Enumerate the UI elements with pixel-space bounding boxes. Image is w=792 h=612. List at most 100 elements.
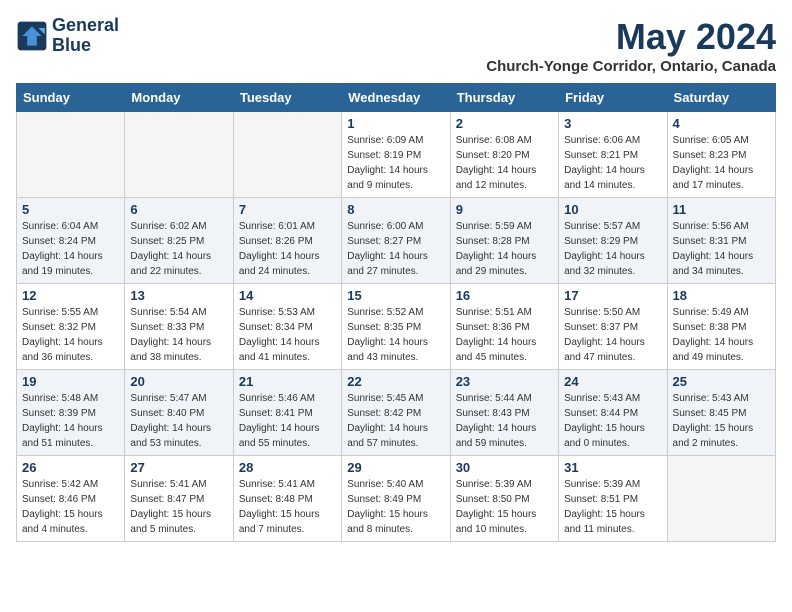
header-thursday: Thursday [450,84,558,112]
day-info: Sunrise: 5:44 AMSunset: 8:43 PMDaylight:… [456,391,553,451]
day-info: Sunrise: 5:43 AMSunset: 8:44 PMDaylight:… [564,391,661,451]
day-cell: 1 Sunrise: 6:09 AMSunset: 8:19 PMDaylight… [342,112,450,198]
day-number: 3 [564,116,661,131]
day-info: Sunrise: 5:53 AMSunset: 8:34 PMDaylight:… [239,305,336,365]
day-cell: 31Sunrise: 5:39 AMSunset: 8:51 PMDayligh… [559,456,667,542]
day-info: Sunrise: 5:47 AMSunset: 8:40 PMDaylight:… [130,391,227,451]
day-info: Sunrise: 6:05 AMSunset: 8:23 PMDaylight:… [673,133,770,193]
day-number: 12 [22,288,119,303]
header-monday: Monday [125,84,233,112]
day-cell [125,112,233,198]
day-info: Sunrise: 6:04 AMSunset: 8:24 PMDaylight:… [22,219,119,279]
day-info: Sunrise: 5:43 AMSunset: 8:45 PMDaylight:… [673,391,770,451]
day-info: Sunrise: 6:06 AMSunset: 8:21 PMDaylight:… [564,133,661,193]
day-info: Sunrise: 5:54 AMSunset: 8:33 PMDaylight:… [130,305,227,365]
day-cell: 26Sunrise: 5:42 AMSunset: 8:46 PMDayligh… [17,456,125,542]
day-cell: 13 Sunrise: 5:54 AMSunset: 8:33 PMDayligh… [125,284,233,370]
day-info: Sunrise: 5:41 AMSunset: 8:48 PMDaylight:… [239,477,336,537]
logo-text: General Blue [52,16,119,56]
day-number: 5 [22,202,119,217]
day-number: 8 [347,202,444,217]
day-cell: 15 Sunrise: 5:52 AMSunset: 8:35 PMDayligh… [342,284,450,370]
day-number: 31 [564,460,661,475]
calendar-header-row: SundayMondayTuesdayWednesdayThursdayFrid… [17,84,776,112]
day-cell: 21Sunrise: 5:46 AMSunset: 8:41 PMDayligh… [233,370,341,456]
day-number: 18 [673,288,770,303]
header-sunday: Sunday [17,84,125,112]
day-cell: 25Sunrise: 5:43 AMSunset: 8:45 PMDayligh… [667,370,775,456]
logo-icon [16,20,48,52]
day-cell: 27Sunrise: 5:41 AMSunset: 8:47 PMDayligh… [125,456,233,542]
day-cell [667,456,775,542]
header-wednesday: Wednesday [342,84,450,112]
day-cell: 17 Sunrise: 5:50 AMSunset: 8:37 PMDayligh… [559,284,667,370]
day-info: Sunrise: 5:50 AMSunset: 8:37 PMDaylight:… [564,305,661,365]
day-number: 2 [456,116,553,131]
day-info: Sunrise: 5:39 AMSunset: 8:50 PMDaylight:… [456,477,553,537]
day-number: 13 [130,288,227,303]
day-info: Sunrise: 5:41 AMSunset: 8:47 PMDaylight:… [130,477,227,537]
day-number: 22 [347,374,444,389]
header-tuesday: Tuesday [233,84,341,112]
day-info: Sunrise: 6:08 AMSunset: 8:20 PMDaylight:… [456,133,553,193]
day-cell: 19 Sunrise: 5:48 AMSunset: 8:39 PMDayligh… [17,370,125,456]
day-info: Sunrise: 5:52 AMSunset: 8:35 PMDaylight:… [347,305,444,365]
day-number: 14 [239,288,336,303]
day-cell: 14 Sunrise: 5:53 AMSunset: 8:34 PMDayligh… [233,284,341,370]
day-cell: 16 Sunrise: 5:51 AMSunset: 8:36 PMDayligh… [450,284,558,370]
day-number: 7 [239,202,336,217]
day-cell: 10 Sunrise: 5:57 AMSunset: 8:29 PMDayligh… [559,198,667,284]
day-cell: 3 Sunrise: 6:06 AMSunset: 8:21 PMDaylight… [559,112,667,198]
day-info: Sunrise: 6:09 AMSunset: 8:19 PMDaylight:… [347,133,444,193]
week-row-1: 1 Sunrise: 6:09 AMSunset: 8:19 PMDaylight… [17,112,776,198]
day-info: Sunrise: 5:49 AMSunset: 8:38 PMDaylight:… [673,305,770,365]
day-number: 6 [130,202,227,217]
day-number: 17 [564,288,661,303]
day-info: Sunrise: 5:56 AMSunset: 8:31 PMDaylight:… [673,219,770,279]
day-info: Sunrise: 6:00 AMSunset: 8:27 PMDaylight:… [347,219,444,279]
day-info: Sunrise: 5:51 AMSunset: 8:36 PMDaylight:… [456,305,553,365]
logo-line1: General [52,16,119,36]
day-cell: 7 Sunrise: 6:01 AMSunset: 8:26 PMDaylight… [233,198,341,284]
day-info: Sunrise: 5:59 AMSunset: 8:28 PMDaylight:… [456,219,553,279]
day-cell: 29Sunrise: 5:40 AMSunset: 8:49 PMDayligh… [342,456,450,542]
week-row-4: 19 Sunrise: 5:48 AMSunset: 8:39 PMDayligh… [17,370,776,456]
day-number: 24 [564,374,661,389]
day-info: Sunrise: 6:02 AMSunset: 8:25 PMDaylight:… [130,219,227,279]
month-title: May 2024 [486,16,776,58]
day-info: Sunrise: 5:45 AMSunset: 8:42 PMDaylight:… [347,391,444,451]
logo-line2: Blue [52,36,119,56]
day-cell [17,112,125,198]
day-number: 16 [456,288,553,303]
day-number: 15 [347,288,444,303]
week-row-3: 12Sunrise: 5:55 AMSunset: 8:32 PMDayligh… [17,284,776,370]
day-info: Sunrise: 5:48 AMSunset: 8:39 PMDaylight:… [22,391,119,451]
day-info: Sunrise: 5:46 AMSunset: 8:41 PMDaylight:… [239,391,336,451]
day-cell [233,112,341,198]
day-info: Sunrise: 5:42 AMSunset: 8:46 PMDaylight:… [22,477,119,537]
calendar-table: SundayMondayTuesdayWednesdayThursdayFrid… [16,83,776,542]
day-cell: 4Sunrise: 6:05 AMSunset: 8:23 PMDaylight… [667,112,775,198]
day-cell: 8 Sunrise: 6:00 AMSunset: 8:27 PMDaylight… [342,198,450,284]
location-title: Church-Yonge Corridor, Ontario, Canada [486,58,776,75]
day-number: 19 [22,374,119,389]
day-cell: 11Sunrise: 5:56 AMSunset: 8:31 PMDayligh… [667,198,775,284]
day-number: 23 [456,374,553,389]
day-cell: 22 Sunrise: 5:45 AMSunset: 8:42 PMDayligh… [342,370,450,456]
day-cell: 30Sunrise: 5:39 AMSunset: 8:50 PMDayligh… [450,456,558,542]
week-row-5: 26Sunrise: 5:42 AMSunset: 8:46 PMDayligh… [17,456,776,542]
title-block: May 2024 Church-Yonge Corridor, Ontario,… [486,16,776,75]
day-number: 10 [564,202,661,217]
header-saturday: Saturday [667,84,775,112]
day-info: Sunrise: 5:57 AMSunset: 8:29 PMDaylight:… [564,219,661,279]
header-friday: Friday [559,84,667,112]
day-cell: 23 Sunrise: 5:44 AMSunset: 8:43 PMDayligh… [450,370,558,456]
day-cell: 12Sunrise: 5:55 AMSunset: 8:32 PMDayligh… [17,284,125,370]
day-info: Sunrise: 5:40 AMSunset: 8:49 PMDaylight:… [347,477,444,537]
day-cell: 6 Sunrise: 6:02 AMSunset: 8:25 PMDaylight… [125,198,233,284]
day-info: Sunrise: 6:01 AMSunset: 8:26 PMDaylight:… [239,219,336,279]
day-number: 1 [347,116,444,131]
day-number: 28 [239,460,336,475]
day-number: 20 [130,374,227,389]
day-cell: 9Sunrise: 5:59 AMSunset: 8:28 PMDaylight… [450,198,558,284]
